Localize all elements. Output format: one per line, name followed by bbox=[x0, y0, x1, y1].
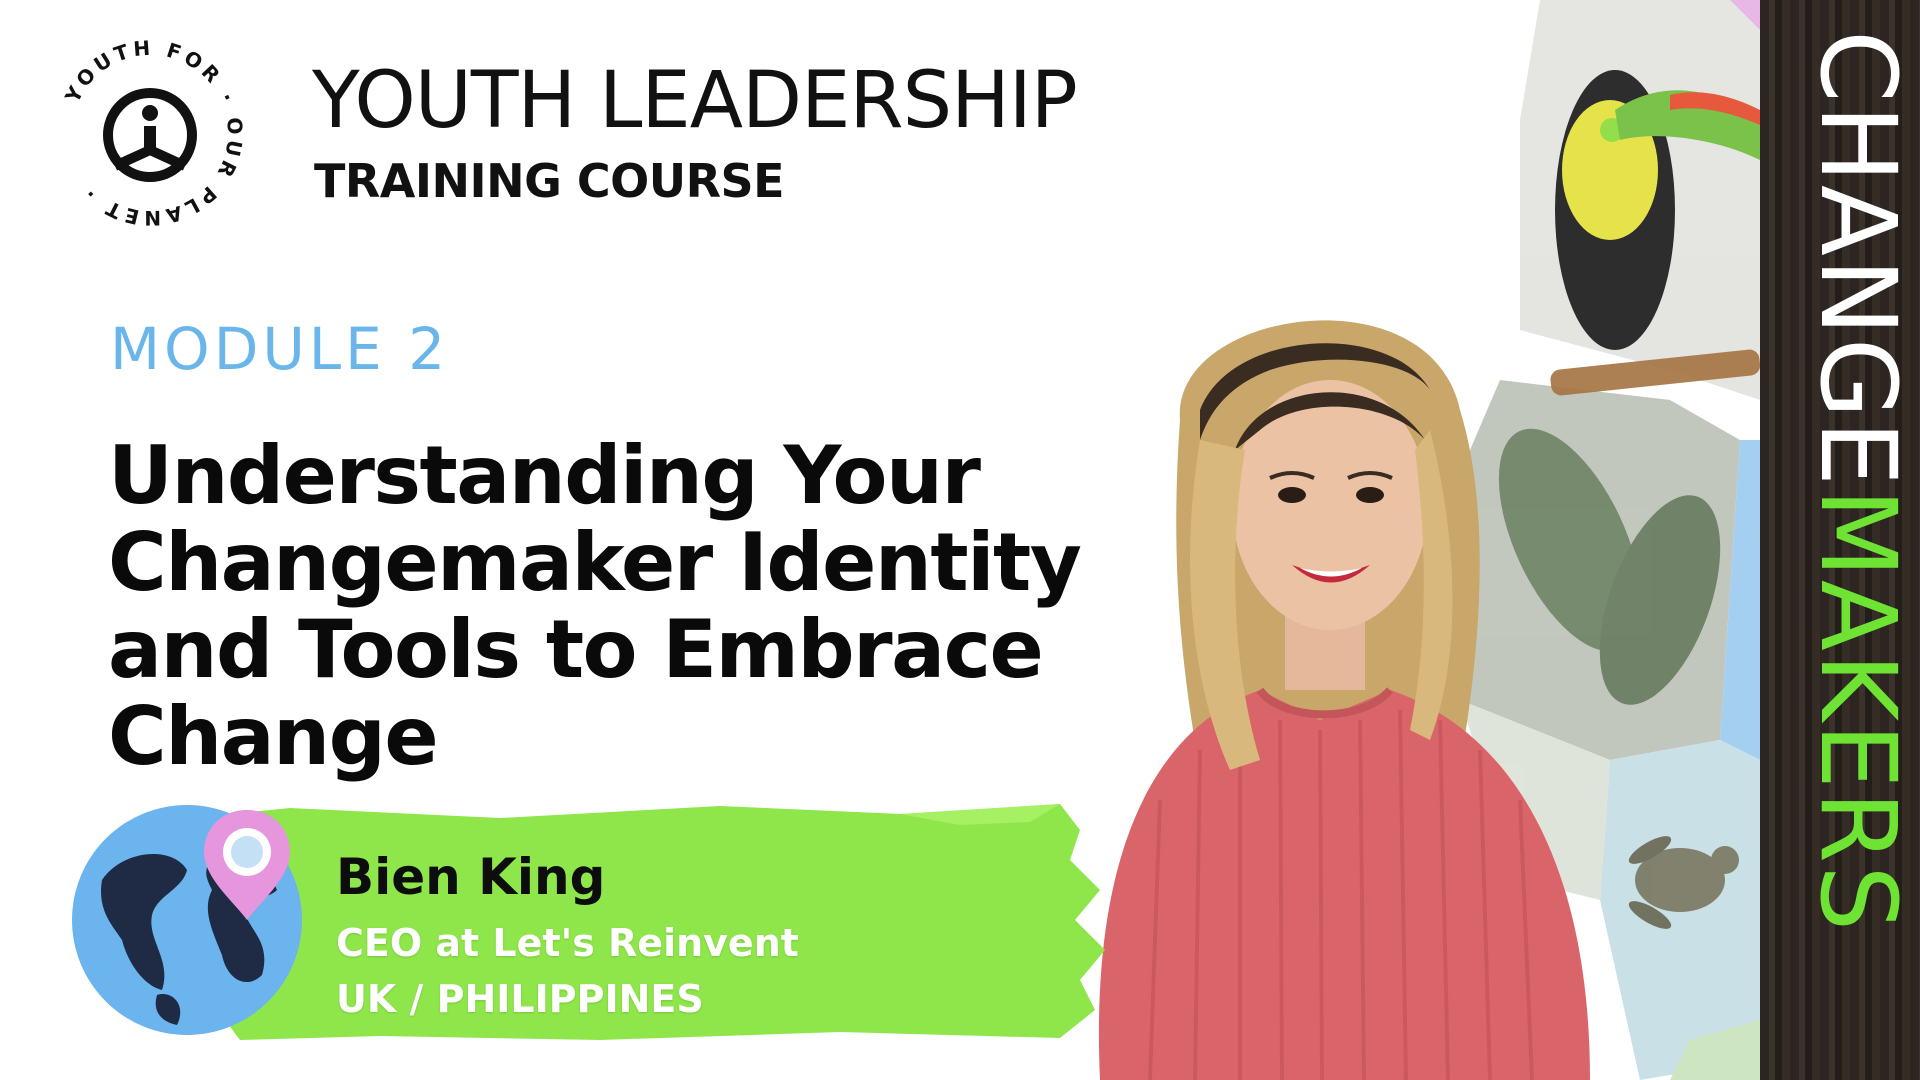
youth-for-our-planet-logo: YOUTH FOR · OUR PLANET · bbox=[60, 38, 244, 228]
module-title-line: and Tools to Embrace bbox=[108, 603, 1044, 696]
presenter-location: UK / PHILIPPINES bbox=[336, 977, 704, 1021]
globe-icon bbox=[72, 805, 302, 1035]
module-title-line: Changemaker Identity bbox=[108, 516, 1082, 609]
module-title-line: Understanding Your bbox=[108, 429, 981, 522]
course-subtitle: TRAINING COURSE bbox=[314, 154, 785, 208]
banner-text-makers: MAKERS bbox=[1797, 488, 1919, 934]
presenter-role: CEO at Let's Reinvent bbox=[336, 921, 799, 965]
changemakers-wordmark: CHANGEMAKERS bbox=[1797, 30, 1919, 933]
presenter-name: Bien King bbox=[336, 848, 606, 906]
banner-text-change: CHANGE bbox=[1797, 30, 1919, 489]
module-title: Understanding Your Changemaker Identity … bbox=[108, 432, 1188, 780]
module-label: MODULE 2 bbox=[110, 315, 450, 383]
module-title-line: Change bbox=[108, 690, 439, 783]
changemakers-banner: CHANGEMAKERS bbox=[1760, 0, 1920, 1080]
presenter-photo bbox=[1098, 320, 1590, 1080]
person-circle-icon bbox=[103, 88, 197, 182]
course-title: YOUTH LEADERSHIP bbox=[312, 56, 1078, 146]
